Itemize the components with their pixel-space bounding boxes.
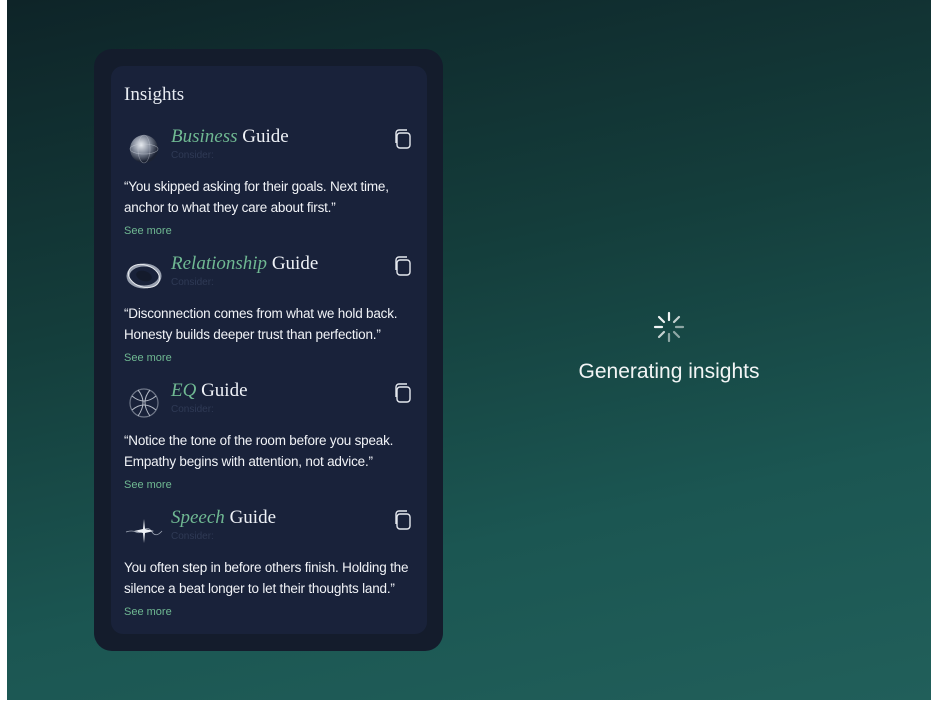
copy-icon xyxy=(395,510,411,530)
guide-title-suffix: Guide xyxy=(267,253,319,274)
guide-title: Speech Guide xyxy=(171,507,276,529)
guide-relationship: Relationship Guide Consider: “Disconnect… xyxy=(124,253,424,375)
sparkle-wave-icon xyxy=(124,509,164,549)
guide-title-suffix: Guide xyxy=(237,126,289,147)
guide-title-accent: EQ xyxy=(171,380,197,401)
guide-title: EQ Guide xyxy=(171,380,248,402)
guide-subtitle: Consider: xyxy=(171,531,214,542)
guide-title-accent: Relationship xyxy=(171,253,268,274)
copy-icon xyxy=(395,383,411,403)
see-more-link[interactable]: See more xyxy=(124,352,172,364)
loading-text: Generating insights xyxy=(578,360,760,383)
copy-icon xyxy=(395,256,411,276)
copy-button[interactable] xyxy=(393,509,413,531)
guide-business: Business Guide Consider: “You skipped as… xyxy=(124,126,424,248)
insights-panel: Insights Business Guide Consider: “You s… xyxy=(94,49,443,651)
guide-quote: “You skipped asking for their goals. Nex… xyxy=(124,179,389,215)
guide-subtitle: Consider: xyxy=(171,277,214,288)
guide-quote: “Notice the tone of the room before you … xyxy=(124,433,394,469)
spinner-icon xyxy=(653,311,685,343)
guide-title-suffix: Guide xyxy=(196,380,248,401)
see-more-link[interactable]: See more xyxy=(124,225,172,237)
guide-quote: You often step in before others finish. … xyxy=(124,560,409,596)
copy-icon xyxy=(395,129,411,149)
guide-speech: Speech Guide Consider: You often step in… xyxy=(124,507,424,629)
app-background: Insights Business Guide Consider: “You s… xyxy=(7,0,931,700)
guide-eq: EQ Guide Consider: “Notice the tone of t… xyxy=(124,380,424,502)
ring-icon xyxy=(124,255,164,295)
knot-icon xyxy=(124,382,164,422)
guide-subtitle: Consider: xyxy=(171,404,214,415)
see-more-link[interactable]: See more xyxy=(124,606,172,618)
guide-quote: “Disconnection comes from what we hold b… xyxy=(124,306,398,342)
copy-button[interactable] xyxy=(393,128,413,150)
guide-title-accent: Business xyxy=(171,126,238,147)
loading-status: Generating insights xyxy=(559,310,779,384)
see-more-link[interactable]: See more xyxy=(124,479,172,491)
copy-button[interactable] xyxy=(393,255,413,277)
copy-button[interactable] xyxy=(393,382,413,404)
sphere-icon xyxy=(124,128,164,168)
guide-title-accent: Speech xyxy=(171,507,225,528)
guide-title: Business Guide xyxy=(171,126,289,148)
insights-card: Insights Business Guide Consider: “You s… xyxy=(111,66,427,634)
panel-title: Insights xyxy=(124,84,185,105)
guide-title-suffix: Guide xyxy=(224,507,276,528)
guide-title: Relationship Guide xyxy=(171,253,318,275)
guide-subtitle: Consider: xyxy=(171,150,214,161)
